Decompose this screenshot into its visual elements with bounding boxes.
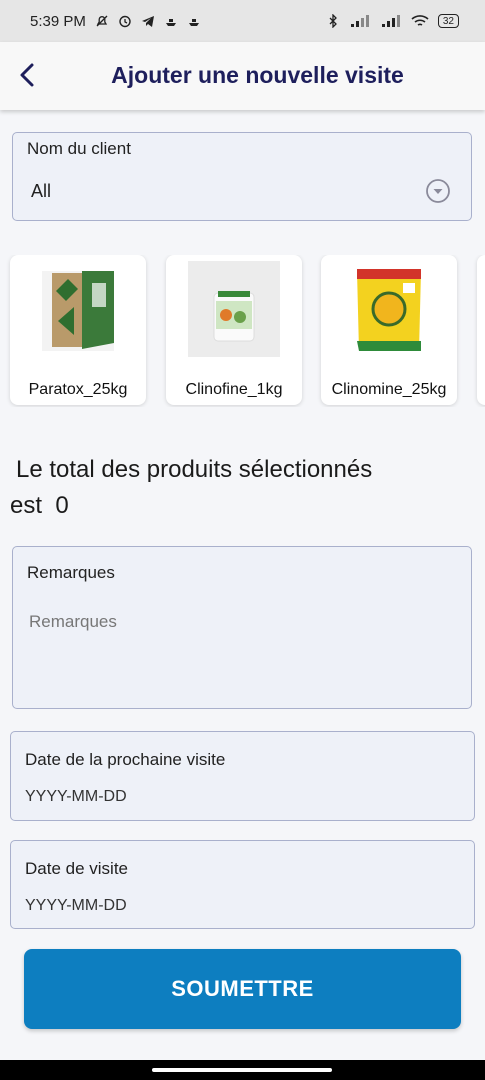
next-visit-placeholder[interactable]: YYYY-MM-DD xyxy=(25,788,127,806)
white-jar-product-image xyxy=(188,261,280,357)
alarm-icon xyxy=(119,15,131,28)
signal-icon-2 xyxy=(381,15,400,27)
product-card-clinomine[interactable]: Clinomine_25kg xyxy=(321,255,457,405)
dropdown-icon[interactable] xyxy=(425,178,451,204)
visit-date-placeholder[interactable]: YYYY-MM-DD xyxy=(25,897,127,915)
visit-date-field[interactable]: Date de visite YYYY-MM-DD xyxy=(10,840,475,929)
client-select[interactable]: Nom du client All xyxy=(12,132,472,221)
signal-icon xyxy=(350,15,369,27)
telegram-icon xyxy=(141,16,154,27)
app-bar: Ajouter une nouvelle visite xyxy=(0,42,485,110)
mute-notification-icon xyxy=(96,15,108,27)
product-name: Clinomine_25kg xyxy=(331,381,447,398)
next-visit-date-field[interactable]: Date de la prochaine visite YYYY-MM-DD xyxy=(10,731,475,821)
status-bar: 5:39 PM 32 xyxy=(0,0,485,42)
total-text: Le total des produits sélectionnés xyxy=(16,456,373,483)
total-value: 0 xyxy=(55,492,69,519)
boat-icon-2 xyxy=(188,19,199,26)
remarks-placeholder[interactable]: Remarques xyxy=(29,612,117,632)
visit-date-label: Date de visite xyxy=(25,859,128,878)
yellow-bag-product-image xyxy=(357,269,421,351)
submit-button[interactable]: SOUMETTRE xyxy=(24,949,461,1029)
status-left: 5:39 PM xyxy=(30,13,201,30)
wifi-icon xyxy=(411,15,429,26)
navigation-bar xyxy=(0,1060,485,1080)
bluetooth-icon xyxy=(329,14,337,28)
product-name: Clinofine_1kg xyxy=(185,381,283,398)
boat-icon xyxy=(165,19,176,26)
green-box-product-image xyxy=(42,271,114,351)
status-right: 32 xyxy=(326,14,459,28)
total-est: est xyxy=(10,492,43,519)
next-visit-label: Date de la prochaine visite xyxy=(25,750,226,769)
product-name: Paratox_25kg xyxy=(28,381,128,398)
page-title: Ajouter une nouvelle visite xyxy=(111,62,404,88)
client-value: All xyxy=(31,181,52,201)
product-carousel[interactable]: Paratox_25kg Clinofine_1kg Clinomine_25k… xyxy=(0,255,485,407)
remarks-field[interactable]: Remarques Remarques xyxy=(12,546,472,709)
client-label: Nom du client xyxy=(27,139,131,158)
home-gesture-handle[interactable] xyxy=(152,1068,332,1072)
selected-total: Le total des produits sélectionnés est 0 xyxy=(10,452,450,524)
remarks-label: Remarques xyxy=(27,563,115,582)
product-card-paratox[interactable]: Paratox_25kg xyxy=(10,255,146,405)
total-line2: est 0 xyxy=(10,488,450,524)
product-card-partial[interactable] xyxy=(477,255,485,405)
status-time: 5:39 PM xyxy=(30,12,86,30)
product-card-clinofine[interactable]: Clinofine_1kg xyxy=(166,255,302,405)
battery-indicator: 32 xyxy=(437,14,459,28)
